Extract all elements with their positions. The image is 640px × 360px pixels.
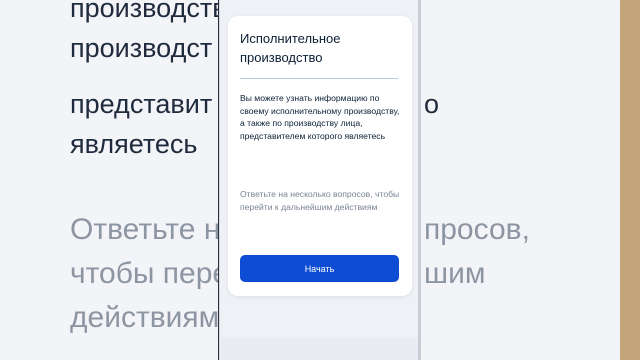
enforcement-card: Исполнительное производство Вы можете уз… [228,16,412,296]
card-title: Исполнительное производство [240,31,341,65]
bg-muted-line-2: чтобы пере [70,257,230,290]
phone-bottom-area [221,338,418,360]
start-button[interactable]: Начать [240,255,399,282]
bg-line-3: представит [70,89,213,119]
card-hint: Ответьте на несколько вопросов, чтобы пе… [240,189,400,212]
video-frame: производств производст представит являет… [0,0,640,360]
bg-right-fragment: о [424,89,440,119]
bg-muted-line-3: действиям [70,301,220,334]
phone-edge-right [418,0,421,360]
bg-line-4: являетесь [70,129,198,159]
bg-line-1: производств [70,0,227,23]
bg-line-2: производст [70,33,213,63]
bg-muted-line-1: Ответьте н [70,213,221,246]
card-description: Вы можете узнать информацию по своему ис… [240,93,400,141]
bg-muted-right-2: шим [424,257,486,290]
background-edge-strip [620,0,640,360]
card-divider [240,78,398,79]
bg-muted-right-1: просов, [424,213,530,246]
